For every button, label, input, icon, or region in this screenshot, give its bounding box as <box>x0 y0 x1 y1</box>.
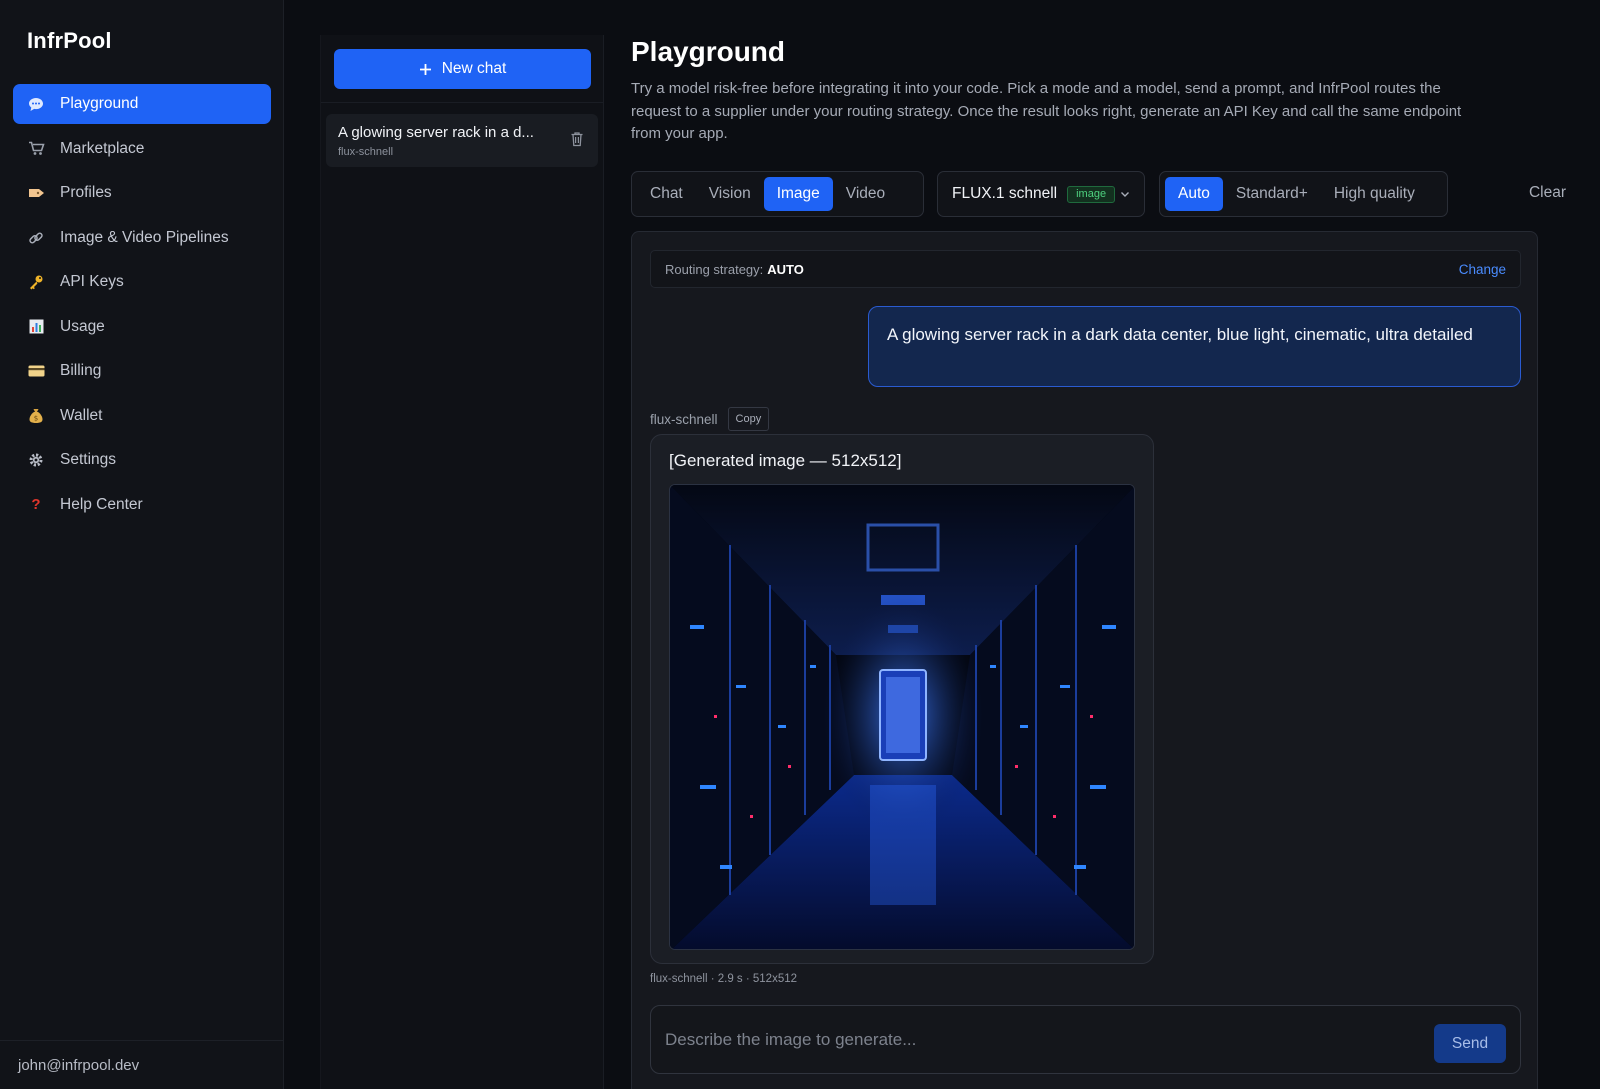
chat-history-model: flux-schnell <box>338 146 394 158</box>
routing-value: AUTO <box>767 261 804 277</box>
reply-model-name: flux-schnell <box>650 411 718 427</box>
sidebar-item-label: Marketplace <box>60 139 145 157</box>
sidebar-item-api-keys[interactable]: API Keys <box>13 262 271 302</box>
question-mark-icon: ? <box>31 496 41 513</box>
quality-tabs: Auto Standard+ High quality <box>1159 171 1448 217</box>
model-select[interactable]: FLUX.1 schnell image <box>937 171 1145 217</box>
quality-standard-plus[interactable]: Standard+ <box>1223 177 1321 211</box>
user-message: A glowing server rack in a dark data cen… <box>868 306 1521 387</box>
model-name: FLUX.1 schnell <box>952 185 1058 202</box>
conversation-panel: Routing strategy: AUTO Change A glowing … <box>631 231 1538 1089</box>
sidebar-item-wallet[interactable]: $ Wallet <box>13 396 271 436</box>
plus-icon <box>419 63 431 75</box>
quality-high[interactable]: High quality <box>1321 177 1428 211</box>
quality-auto[interactable]: Auto <box>1165 177 1223 211</box>
bar-chart-icon <box>27 318 45 336</box>
page-title: Playground <box>631 36 786 67</box>
sidebar-item-label: Usage <box>60 317 105 335</box>
prompt-composer: Send <box>650 1005 1521 1074</box>
new-chat-button[interactable]: New chat <box>334 49 591 89</box>
chat-history-header: New chat <box>321 35 603 103</box>
brand-logo: InfrPool <box>27 28 112 53</box>
reply-meta: flux-schnell Copy <box>650 407 770 431</box>
page-description: Try a model risk-free before integrating… <box>631 80 1462 142</box>
link-icon <box>27 229 45 247</box>
reply-footnote: flux-schnell · 2.9 s · 512x512 <box>650 973 798 985</box>
sidebar-item-label: Help Center <box>60 495 143 513</box>
copy-button[interactable]: Copy <box>727 407 770 431</box>
mode-tabs: Chat Vision Image Video <box>631 171 924 217</box>
send-button[interactable]: Send <box>1434 1024 1506 1063</box>
tab-chat[interactable]: Chat <box>637 177 696 211</box>
chat-history-title: A glowing server rack in a d... <box>338 124 534 141</box>
tag-icon <box>27 184 45 202</box>
sidebar-item-label: Playground <box>60 95 139 112</box>
money-bag-icon: $ <box>27 407 45 425</box>
sidebar-item-label: Wallet <box>60 406 103 424</box>
credit-card-icon <box>27 362 45 380</box>
tab-image[interactable]: Image <box>763 177 833 211</box>
trash-icon[interactable] <box>570 131 584 147</box>
reply-caption: [Generated image — 512x512] <box>669 451 902 470</box>
routing-label: Routing strategy: <box>665 261 764 277</box>
new-chat-label: New chat <box>441 60 507 77</box>
model-type-badge: image <box>1067 185 1116 203</box>
user-email: john@infrpool.dev <box>18 1056 140 1074</box>
sidebar-item-label: API Keys <box>60 273 124 290</box>
cart-icon <box>27 140 45 158</box>
tab-vision[interactable]: Vision <box>696 177 764 211</box>
chat-bubble-icon <box>27 95 45 113</box>
key-icon <box>27 273 45 291</box>
sidebar-item-marketplace[interactable]: Marketplace <box>13 129 271 169</box>
sidebar-item-label: Billing <box>60 362 102 379</box>
sidebar-item-label: Profiles <box>60 184 112 201</box>
clear-button[interactable]: Clear <box>1529 184 1566 202</box>
sidebar: InfrPool Playground Marketplace Profiles… <box>0 0 284 1089</box>
chat-history-panel: New chat A glowing server rack in a d...… <box>320 35 604 1089</box>
sidebar-item-help-center[interactable]: ? Help Center <box>13 485 271 525</box>
sidebar-item-billing[interactable]: Billing <box>13 351 271 391</box>
change-routing-link[interactable]: Change <box>1459 262 1506 277</box>
tab-video[interactable]: Video <box>833 177 898 211</box>
prompt-input[interactable] <box>651 1006 1411 1073</box>
sidebar-item-settings[interactable]: Settings <box>13 440 271 480</box>
sidebar-item-label: Image & Video Pipelines <box>60 228 229 246</box>
user-account[interactable]: john@infrpool.dev <box>0 1040 284 1089</box>
chat-history-item[interactable]: A glowing server rack in a d... flux-sch… <box>326 114 598 167</box>
server-corridor-image <box>670 485 1134 949</box>
generated-image[interactable] <box>669 484 1135 950</box>
sidebar-item-label: Settings <box>60 451 117 468</box>
sidebar-item-pipelines[interactable]: Image & Video Pipelines <box>13 218 271 258</box>
sidebar-item-usage[interactable]: Usage <box>13 307 271 347</box>
playground-main: Playground Try a model risk-free before … <box>631 0 1571 1089</box>
playground-toolbar: Chat Vision Image Video FLUX.1 schnell i… <box>631 171 1571 217</box>
sidebar-item-profiles[interactable]: Profiles <box>13 173 271 213</box>
sidebar-item-playground[interactable]: Playground <box>13 84 271 124</box>
svg-text:$: $ <box>34 414 38 422</box>
routing-strategy-bar: Routing strategy: AUTO Change <box>650 250 1521 288</box>
chevron-down-icon <box>1121 192 1129 197</box>
assistant-reply: [Generated image — 512x512] <box>650 434 1154 964</box>
sidebar-nav: Playground Marketplace Profiles Image & … <box>13 84 271 529</box>
gear-icon <box>27 451 45 469</box>
